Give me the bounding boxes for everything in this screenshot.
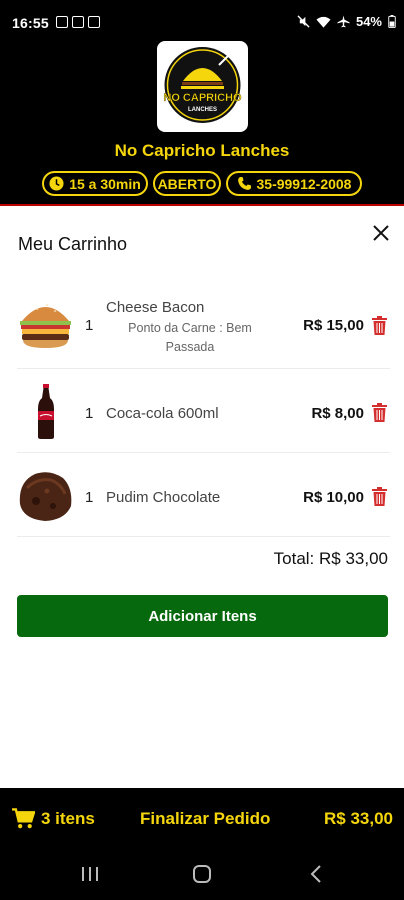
add-items-button[interactable]: Adicionar Itens <box>17 595 388 637</box>
order-total: R$ 33,00 <box>324 809 393 828</box>
delivery-time: 15 a 30min <box>69 175 141 192</box>
cart-item-price: R$ 15,00 <box>303 317 364 334</box>
logo-text: NO CAPRICHO <box>163 92 242 104</box>
cart-item-note: Ponto da Carne : Bem Passada <box>128 321 252 354</box>
phone-badge[interactable]: 35-99912-2008 <box>226 171 362 196</box>
close-icon[interactable] <box>370 222 392 244</box>
system-nav-bar <box>0 848 404 900</box>
app-notification-icon <box>72 16 84 28</box>
phone-number: 35-99912-2008 <box>256 175 352 192</box>
delete-item-button[interactable] <box>371 487 388 506</box>
logo-subtext: LANCHES <box>188 107 217 113</box>
delete-item-button[interactable] <box>371 403 388 422</box>
cart-item-image <box>17 383 74 440</box>
cart-item: 1 Coca-cola 600ml R$ 8,00 <box>17 369 390 453</box>
phone-icon <box>237 176 251 190</box>
soda-bottle-image <box>17 383 74 440</box>
status-bar: 16:55 54% <box>0 0 404 40</box>
notification-icons <box>56 16 100 28</box>
cart-item-qty: 1 <box>85 317 94 334</box>
clock-icon <box>49 176 64 191</box>
delete-item-button[interactable] <box>371 316 388 335</box>
cart-item-name: Cheese Bacon <box>106 299 205 316</box>
cart-item-price: R$ 10,00 <box>303 489 364 506</box>
open-status-badge: ABERTO <box>153 171 221 196</box>
status-time: 16:55 <box>12 15 49 31</box>
battery-percent: 54% <box>355 14 382 29</box>
cart-panel: Meu Carrinho 1 Cheese Bacon Ponto da Car… <box>0 204 404 788</box>
cart-item: 1 Cheese Bacon Ponto da Carne : Bem Pass… <box>17 285 390 369</box>
store-logo: NO CAPRICHO LANCHES <box>157 41 248 132</box>
cart-item-qty: 1 <box>85 489 94 506</box>
open-status: ABERTO <box>157 175 217 192</box>
finish-order-button[interactable]: Finalizar Pedido <box>140 809 270 829</box>
cart-total: Total: R$ 33,00 <box>273 549 388 568</box>
items-count: 3 itens <box>41 808 95 828</box>
cart-item-name: Pudim Chocolate <box>106 489 221 506</box>
back-icon[interactable] <box>305 862 329 886</box>
delivery-time-badge: 15 a 30min <box>42 171 148 196</box>
burger-image <box>17 295 74 352</box>
order-bar: 3 itens Finalizar Pedido R$ 33,00 <box>0 788 404 848</box>
wifi-icon <box>316 16 331 28</box>
cart-summary-button[interactable]: 3 itens <box>12 808 95 829</box>
cart-item-image <box>17 295 74 352</box>
cart-item-price: R$ 8,00 <box>311 405 364 422</box>
cart-item-image <box>17 466 74 523</box>
cart-title: Meu Carrinho <box>18 234 128 254</box>
instagram-icon <box>56 16 68 28</box>
mute-icon <box>297 15 310 28</box>
cart-item-qty: 1 <box>85 405 94 422</box>
chocolate-cake-image <box>17 466 74 523</box>
airplane-icon <box>337 15 350 28</box>
news-icon <box>88 16 100 28</box>
cart-item: 1 Pudim Chocolate R$ 10,00 <box>17 453 390 537</box>
cart-item-name: Coca-cola 600ml <box>106 405 219 422</box>
status-right: 54% <box>297 14 396 29</box>
battery-icon <box>388 15 396 28</box>
recent-apps-icon[interactable] <box>78 862 102 886</box>
cart-icon <box>12 808 35 829</box>
home-icon[interactable] <box>190 862 214 886</box>
store-header: NO CAPRICHO LANCHES No Capricho Lanches … <box>0 40 404 204</box>
store-name: No Capricho Lanches <box>114 141 290 160</box>
